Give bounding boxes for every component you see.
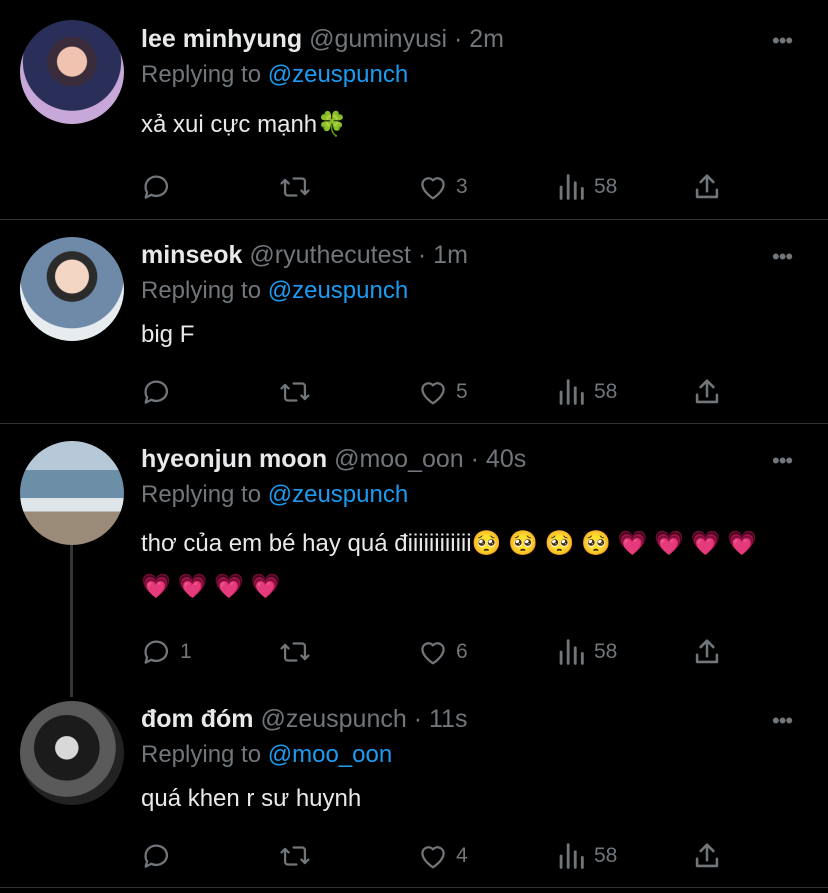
reply-icon [144,175,169,199]
reply-button[interactable]: 1 [140,635,192,669]
timestamp[interactable]: · 11s [414,705,468,733]
divider [0,887,828,888]
more-icon[interactable]: ••• [772,708,793,734]
replying-to-label: Replying to [141,277,262,304]
avatar[interactable] [20,441,124,545]
views-count: 58 [594,380,618,403]
tweet-header: minseok @ryuthecutest · 1m [141,240,468,270]
tweet-header: lee minhyung @guminyusi · 2m [141,24,504,54]
retweet-icon [280,846,310,866]
like-button[interactable]: 4 [416,839,468,873]
retweet-button[interactable] [278,375,318,409]
share-button[interactable] [690,839,724,873]
retweet-icon [280,382,310,402]
timestamp[interactable]: · 1m [418,241,468,269]
more-icon[interactable]: ••• [772,28,793,54]
username[interactable]: @zeuspunch [260,705,406,733]
views-icon [559,174,584,200]
replying-to-label: Replying to [141,61,262,88]
display-name[interactable]: minseok [141,241,242,269]
tweet-header: đom đóm @zeuspunch · 11s [141,704,467,734]
views-count: 58 [594,640,618,663]
replying-to-label: Replying to [141,481,262,508]
like-button[interactable]: 5 [416,375,468,409]
retweet-button[interactable] [278,635,318,669]
avatar[interactable] [20,20,124,124]
like-count: 6 [456,640,468,663]
avatar[interactable] [20,237,124,341]
retweet-button[interactable] [278,170,318,204]
views-button[interactable]: 58 [554,839,617,873]
avatar[interactable] [20,701,124,805]
reply-button[interactable] [140,839,180,873]
share-icon [695,843,719,868]
views-button[interactable]: 58 [554,635,617,669]
reply-button[interactable] [140,375,180,409]
like-icon [421,177,445,200]
timestamp[interactable]: · 40s [471,445,527,473]
replying-to: Replying to @zeuspunch [141,60,408,90]
more-icon[interactable]: ••• [772,244,793,270]
timestamp[interactable]: · 2m [454,25,504,53]
retweet-icon [280,177,310,197]
display-name[interactable]: đom đóm [141,705,254,733]
share-button[interactable] [690,635,724,669]
views-icon [559,639,584,665]
share-icon [695,639,719,664]
like-icon [421,642,445,665]
tweet-header: hyeonjun moon @moo_oon · 40s [141,444,526,474]
replying-to: Replying to @moo_oon [141,740,392,770]
like-icon [421,846,445,869]
views-button[interactable]: 58 [554,375,617,409]
replying-to: Replying to @zeuspunch [141,480,408,510]
tweet-text: xả xui cực mạnh🍀 [141,111,348,138]
views-count: 58 [594,844,618,867]
like-count: 3 [456,175,468,198]
like-count: 4 [456,844,468,867]
display-name[interactable]: hyeonjun moon [141,445,327,473]
username[interactable]: @ryuthecutest [249,241,411,269]
username[interactable]: @guminyusi [309,25,447,53]
replying-to-link[interactable]: @zeuspunch [268,481,408,508]
like-button[interactable]: 6 [416,635,468,669]
replying-to-link[interactable]: @zeuspunch [268,277,408,304]
reply-icon [144,640,169,664]
retweet-icon [280,642,310,662]
replying-to-label: Replying to [141,741,262,768]
replying-to-link[interactable]: @moo_oon [268,741,392,768]
display-name[interactable]: lee minhyung [141,25,302,53]
tweet-text: big F [141,321,195,348]
like-button[interactable]: 3 [416,170,468,204]
share-button[interactable] [690,170,724,204]
like-icon [421,382,445,405]
reply-icon [144,844,169,868]
divider [0,423,828,424]
share-button[interactable] [690,375,724,409]
views-count: 58 [594,175,618,198]
username[interactable]: @moo_oon [334,445,464,473]
views-button[interactable]: 58 [554,170,617,204]
reply-count: 1 [180,640,192,663]
divider [0,219,828,220]
reply-icon [144,380,169,404]
retweet-button[interactable] [278,839,318,873]
tweet-text-line-1: thơ của em bé hay quá điiiiiiiiiiii🥺 🥺 🥺… [141,530,758,557]
thread-connector [70,545,73,697]
share-icon [695,174,719,199]
views-icon [559,379,584,405]
more-icon[interactable]: ••• [772,448,793,474]
tweet-text-line-2: 💗 💗 💗 💗 [141,573,281,600]
like-count: 5 [456,380,468,403]
tweet-text: quá khen r sư huynh [141,785,362,812]
reply-button[interactable] [140,170,180,204]
views-icon [559,843,584,869]
replying-to-link[interactable]: @zeuspunch [268,61,408,88]
replying-to: Replying to @zeuspunch [141,276,408,306]
share-icon [695,379,719,404]
